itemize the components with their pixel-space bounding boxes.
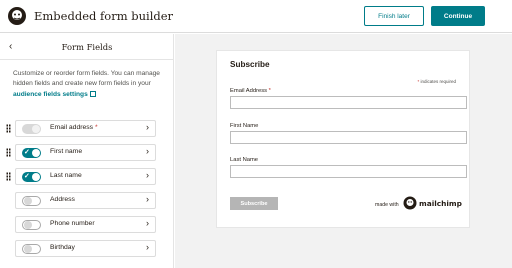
form-fields-panel: ‹ Form Fields Customize or reorder form …	[0, 34, 174, 268]
mailchimp-freddie-icon	[403, 196, 417, 210]
field-label-text: First name	[50, 148, 83, 155]
phone-number-toggle[interactable]	[22, 220, 41, 230]
chevron-right-icon[interactable]: ›	[146, 170, 149, 180]
email-label: Email Address *	[230, 88, 271, 94]
chevron-right-icon[interactable]: ›	[146, 194, 149, 204]
field-row-first-name[interactable]: ✓ First name ›	[6, 144, 156, 161]
mailchimp-logo-icon	[8, 7, 26, 25]
help-text-body: Customize or reorder form fields. You ca…	[13, 70, 160, 88]
last-name-label: Last Name	[230, 157, 259, 163]
check-icon: ✓	[24, 173, 30, 180]
audience-fields-settings-link[interactable]: audience fields settings	[13, 91, 88, 98]
field-row-last-name[interactable]: ✓ Last name ›	[6, 168, 156, 185]
first-name-label: First Name	[230, 123, 259, 129]
last-name-input[interactable]	[230, 165, 467, 178]
toggle-knob	[24, 221, 32, 229]
first-name-input[interactable]	[230, 131, 467, 144]
field-row-address[interactable]: Address ›	[15, 192, 156, 209]
chevron-right-icon[interactable]: ›	[146, 146, 149, 156]
field-row-birthday[interactable]: Birthday ›	[15, 240, 156, 257]
drag-handle-icon[interactable]	[6, 148, 11, 157]
toggle-knob	[24, 197, 32, 205]
address-toggle[interactable]	[22, 196, 41, 206]
help-text: Customize or reorder form fields. You ca…	[13, 69, 163, 100]
toggle-knob	[32, 173, 40, 181]
field-row-phone-number[interactable]: Phone number ›	[15, 216, 156, 233]
panel-title: Form Fields	[61, 42, 113, 52]
field-label-text: Email address	[50, 124, 94, 131]
field-label-text: Phone number	[50, 220, 95, 227]
check-icon: ✓	[24, 149, 30, 156]
email-input[interactable]	[230, 96, 467, 109]
app-header: Embedded form builder Finish later Conti…	[0, 0, 512, 33]
email-address-toggle	[22, 124, 41, 134]
drag-handle-icon[interactable]	[6, 172, 11, 181]
required-note-text: indicates required	[419, 79, 456, 84]
field-label-text: Last name	[50, 172, 82, 179]
subscribe-button[interactable]: Subscribe	[230, 197, 278, 210]
first-name-toggle[interactable]: ✓	[22, 148, 41, 158]
field-label: Email address *	[50, 124, 98, 131]
field-label-text: Birthday	[50, 244, 75, 251]
required-note: * indicates required	[417, 79, 456, 84]
chevron-right-icon[interactable]: ›	[146, 218, 149, 228]
required-star: *	[268, 88, 271, 94]
last-name-toggle[interactable]: ✓	[22, 172, 41, 182]
continue-button[interactable]: Continue	[431, 6, 485, 26]
birthday-toggle[interactable]	[22, 244, 41, 254]
toggle-knob	[32, 125, 40, 133]
chevron-right-icon[interactable]: ›	[146, 242, 149, 252]
drag-handle-icon[interactable]	[6, 124, 11, 133]
field-row-email-address[interactable]: Email address * ›	[6, 120, 156, 137]
form-title: Subscribe	[230, 60, 270, 69]
field-label-text: Address	[50, 196, 75, 203]
finish-later-button[interactable]: Finish later	[364, 6, 424, 26]
toggle-knob	[32, 149, 40, 157]
chevron-right-icon[interactable]: ›	[146, 122, 149, 132]
external-link-icon[interactable]	[89, 90, 96, 97]
app-title: Embedded form builder	[34, 9, 174, 23]
toggle-knob	[24, 245, 32, 253]
mailchimp-wordmark: mailchimp	[419, 199, 462, 208]
email-label-text: Email Address	[230, 88, 269, 94]
made-with-text: made with	[375, 202, 399, 208]
required-mark: *	[94, 124, 98, 131]
divider	[0, 59, 174, 60]
form-preview-card: Subscribe * indicates required Email Add…	[216, 50, 470, 228]
form-preview-area: Subscribe * indicates required Email Add…	[175, 34, 512, 268]
